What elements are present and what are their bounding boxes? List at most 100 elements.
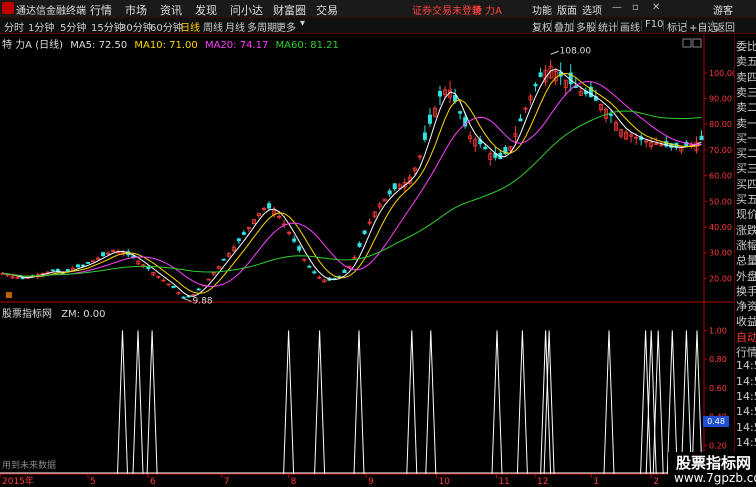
tab-5min[interactable]: 5分钟 (60, 19, 86, 34)
kline-chart[interactable]: 20.00 30.00 40.00 50.00 60.00 70.00 80.00 90.00… (0, 34, 734, 487)
side-panel-item: 行情 (736, 346, 756, 359)
tab-more[interactable]: 更多 (276, 19, 296, 34)
side-panel-item: 14:5 (736, 405, 756, 419)
side-panel-item: 买一 (736, 131, 756, 145)
ma5-value: MA5: 72.50 (70, 40, 128, 51)
divider (617, 20, 618, 31)
price-tick-label: 60.00 (709, 172, 732, 181)
candle-body (538, 72, 543, 77)
restore-icon[interactable]: ▫ (632, 2, 639, 13)
price-tick-label: 20.00 (709, 274, 732, 283)
menu-market-quotes[interactable]: 行情 (90, 2, 112, 18)
tool-stats[interactable]: 统计 (598, 19, 618, 34)
date-tick-label: 11 (498, 477, 509, 487)
side-panel-item: 14:5 (736, 420, 756, 434)
tool-draw[interactable]: 画线 (620, 19, 640, 34)
candle-body (236, 238, 241, 242)
tool-back[interactable]: 返回 (715, 19, 735, 34)
quote-side-panel: 委比 卖五 卖四 卖三 卖二 卖一 买一 买二 买三 买四 买五 现价 涨跌 涨幅 总量 外盘 换手 净资 收益 自动… (734, 34, 756, 487)
watermark-url: www.7gpzb.com (674, 471, 756, 485)
tab-15min[interactable]: 15分钟 (91, 19, 124, 34)
divider (712, 20, 713, 31)
tool-adjust[interactable]: 复权 (532, 19, 552, 34)
tab-60min[interactable]: 60分钟 (150, 19, 183, 34)
divider (641, 20, 642, 31)
app-title: 通达信金融终端 (16, 6, 86, 17)
candle-body (91, 260, 96, 263)
side-panel-item: 14:5 (736, 359, 756, 373)
period-toolbar: 分时 1分钟 5分钟 15分钟 30分钟 60分钟 日线 周线 月线 多周期 更… (0, 18, 756, 34)
candle-body (357, 242, 362, 247)
side-panel-item: 14:5 (736, 435, 756, 449)
tab-multi-period[interactable]: 多周期 (247, 19, 277, 34)
side-panel-item: 卖三 (736, 85, 756, 99)
candle-body (65, 269, 70, 272)
tool-add-watchlist[interactable]: +自选 (689, 19, 717, 34)
menu-options[interactable]: 选项 (582, 2, 602, 17)
menu-layout[interactable]: 版面 (557, 2, 577, 17)
ma5-line (2, 68, 702, 297)
ma10-value: MA10: 71.00 (134, 40, 198, 51)
tool-f10[interactable]: F10 (645, 19, 663, 30)
close-icon[interactable]: ✕ (652, 2, 660, 13)
side-panel-item: 买三 (736, 162, 756, 176)
side-panel-item: 净资 (736, 300, 756, 314)
low-price-label: 9.88 (193, 296, 213, 306)
side-panel-item: 买五 (736, 193, 756, 206)
tab-1min[interactable]: 1分钟 (28, 19, 54, 34)
minimize-icon[interactable]: — (612, 2, 622, 13)
candle-body (80, 264, 85, 267)
tab-intraday[interactable]: 分时 (4, 19, 24, 34)
user-label[interactable]: 游客 (713, 2, 733, 17)
indicator-tick-label: 0.80 (709, 355, 727, 364)
tool-mark[interactable]: 标记 (667, 19, 687, 34)
candle-body (533, 83, 538, 87)
price-tick-label: 50.00 (709, 197, 732, 206)
side-panel-item: 涨跌 (736, 223, 756, 237)
event-marker-icon (6, 292, 12, 298)
price-tick-label: 80.00 (709, 120, 732, 129)
divider (573, 20, 574, 31)
date-tick-label: 1 (593, 477, 599, 487)
indicator-spike (117, 330, 128, 475)
menu-market[interactable]: 市场 (125, 2, 147, 18)
indicator-spike (146, 330, 158, 475)
indicator-spike (491, 330, 503, 475)
tab-monthly[interactable]: 月线 (225, 19, 245, 34)
high-marker-line (550, 50, 559, 55)
price-tick-label: 90.00 (709, 95, 732, 104)
tab-30min[interactable]: 30分钟 (120, 19, 153, 34)
tab-daily[interactable]: 日线 (180, 19, 200, 34)
menu-wealth[interactable]: 财富圈 (273, 2, 306, 18)
menu-trade[interactable]: 交易 (316, 2, 338, 18)
divider (551, 20, 552, 31)
menu-function[interactable]: 功能 (532, 2, 552, 17)
side-panel-item: 自动 (736, 330, 756, 344)
candle-body (101, 252, 106, 257)
side-panel-item: 卖二 (736, 101, 756, 115)
menu-discover[interactable]: 发现 (195, 2, 217, 18)
side-panel-item: 外盘 (736, 269, 756, 283)
candle-body (50, 269, 55, 272)
watermark-title: 股票指标网 (676, 454, 752, 472)
candle-body (427, 114, 432, 124)
price-tick-label: 70.00 (709, 146, 732, 155)
tool-overlay[interactable]: 叠加 (554, 19, 574, 34)
menu-ask[interactable]: 问小达 (230, 2, 263, 18)
candle-body (422, 132, 427, 140)
side-panel-item: 卖五 (736, 55, 756, 69)
indicator-tick-label: 0.60 (709, 384, 727, 393)
side-panel-item: 买二 (736, 147, 756, 161)
candle-body (312, 271, 317, 274)
indicator-spike (425, 330, 437, 475)
tab-weekly[interactable]: 周线 (203, 19, 223, 34)
indicator-tick-label: 0.20 (709, 441, 727, 450)
menu-news[interactable]: 资讯 (160, 2, 182, 18)
side-panel-item: 卖一 (736, 116, 756, 130)
candle-body (297, 246, 302, 251)
date-tick-label: 2015年 (2, 475, 34, 487)
chevron-down-icon[interactable]: ▾ (300, 18, 305, 29)
date-tick-label: 8 (291, 477, 297, 487)
tool-multi-stock[interactable]: 多股 (576, 19, 596, 34)
candle-body (437, 91, 442, 97)
